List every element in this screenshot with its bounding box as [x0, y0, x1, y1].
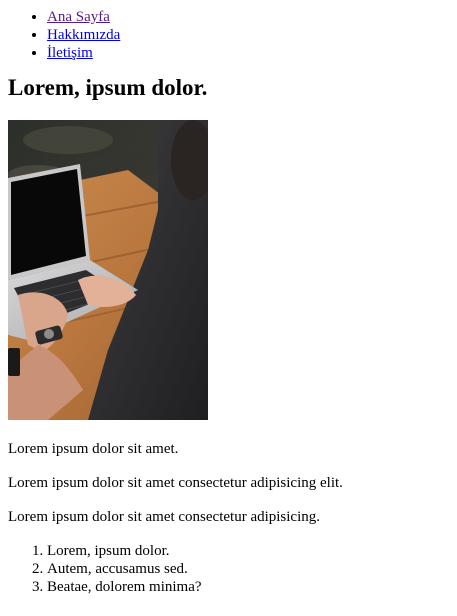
- nav-link-contact[interactable]: İletişim: [47, 45, 93, 61]
- page: Ana Sayfa Hakkımızda İletişim Lorem, ips…: [0, 0, 457, 596]
- nav-link-about[interactable]: Hakkımızda: [47, 27, 120, 43]
- list-item: Beatae, dolorem minima?: [47, 578, 457, 596]
- paragraph-3: Lorem ipsum dolor sit amet consectetur a…: [8, 509, 321, 525]
- nav-menu: Ana Sayfa Hakkımızda İletişim: [8, 8, 457, 62]
- nav-item-about: Hakkımızda: [47, 26, 457, 44]
- laptop-photo: [8, 120, 208, 420]
- paragraph-2: Lorem ipsum dolor sit amet consectetur a…: [8, 475, 343, 491]
- list-item: Autem, accusamus sed.: [47, 560, 457, 578]
- nav-link-home[interactable]: Ana Sayfa: [47, 9, 110, 25]
- nav-item-contact: İletişim: [47, 44, 457, 62]
- list-item: Lorem, ipsum dolor.: [47, 542, 457, 560]
- nav-item-home: Ana Sayfa: [47, 8, 457, 26]
- paragraph-1: Lorem ipsum dolor sit amet.: [8, 441, 179, 457]
- ordered-list: Lorem, ipsum dolor. Autem, accusamus sed…: [8, 542, 457, 596]
- page-title: Lorem, ipsum dolor.: [8, 75, 208, 100]
